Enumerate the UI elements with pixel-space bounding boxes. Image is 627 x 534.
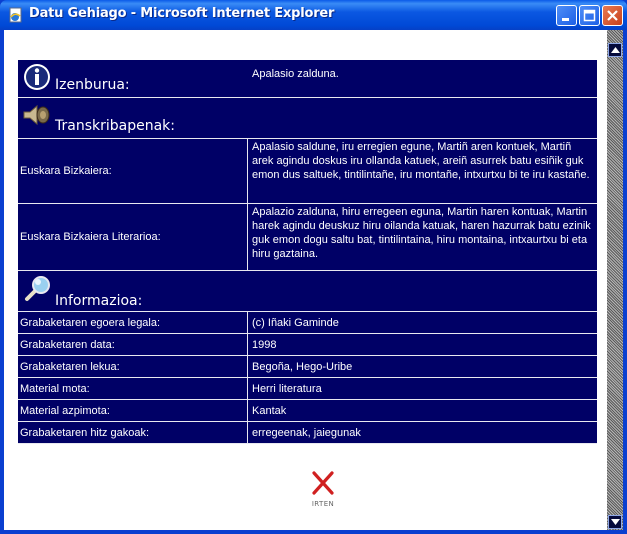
- title-section: Izenburua: Apalasio zalduna.: [18, 60, 597, 98]
- title-value: Apalasio zalduna.: [252, 68, 339, 80]
- table-row: Grabaketaren lekua: Begoña, Hego-Uribe: [18, 356, 597, 378]
- info-value: Kantak: [252, 405, 287, 417]
- close-button[interactable]: [602, 5, 623, 26]
- info-value: Herri literatura: [252, 383, 322, 395]
- magnifier-icon: [25, 276, 50, 301]
- info-key: Grabaketaren data:: [18, 334, 248, 355]
- info-key: Material mota:: [18, 378, 248, 399]
- scroll-down-button[interactable]: [608, 515, 622, 529]
- table-row: Grabaketaren egoera legala: (c) Iñaki Ga…: [18, 312, 597, 334]
- table-row: Material mota: Herri literatura: [18, 378, 597, 400]
- table-row: Grabaketaren hitz gakoak: erregeenak, ja…: [18, 422, 597, 444]
- ie-page-icon: [9, 7, 22, 23]
- speaker-icon: [23, 104, 50, 126]
- info-icon: [24, 64, 50, 90]
- transcripts-section: Transkribapenak:: [18, 98, 597, 139]
- vertical-scrollbar[interactable]: [607, 30, 623, 530]
- exit-button[interactable]: IRTEN: [293, 470, 353, 508]
- table-row: Euskara Bizkaiera: Apalasio saldune, iru…: [18, 139, 597, 204]
- close-x-icon: [312, 471, 334, 495]
- info-value: Begoña, Hego-Uribe: [252, 361, 353, 373]
- info-key: Material azpimota:: [18, 400, 248, 421]
- browser-window: Datu Gehiago - Microsoft Internet Explor…: [0, 0, 627, 534]
- table-row: Euskara Bizkaiera Literarioa: Apalazio z…: [18, 204, 597, 271]
- transcript-value: Apalazio zalduna, hiru erregeen eguna, M…: [252, 206, 591, 260]
- transcript-key: Euskara Bizkaiera:: [18, 139, 248, 203]
- transcript-value: Apalasio saldune, iru erregien egune, Ma…: [252, 141, 590, 181]
- maximize-button[interactable]: [579, 5, 600, 26]
- table-row: Material azpimota: Kantak: [18, 400, 597, 422]
- info-value: 1998: [252, 339, 277, 351]
- minimize-button[interactable]: [556, 5, 577, 26]
- window-border-right: [623, 30, 627, 534]
- window-border-bottom: [0, 530, 627, 534]
- info-value: (c) Iñaki Gaminde: [252, 317, 339, 329]
- info-label: Informazioa:: [55, 293, 143, 309]
- exit-label: IRTEN: [311, 500, 335, 508]
- window-title: Datu Gehiago - Microsoft Internet Explor…: [29, 6, 335, 21]
- info-key: Grabaketaren egoera legala:: [18, 312, 248, 333]
- scroll-up-button[interactable]: [608, 43, 622, 57]
- info-value: erregeenak, jaiegunak: [252, 427, 361, 439]
- info-key: Grabaketaren lekua:: [18, 356, 248, 377]
- title-bar[interactable]: Datu Gehiago - Microsoft Internet Explor…: [0, 0, 627, 30]
- transcript-key: Euskara Bizkaiera Literarioa:: [18, 204, 248, 270]
- details-table: Izenburua: Apalasio zalduna. Transkribap…: [18, 30, 597, 508]
- transcripts-label: Transkribapenak:: [55, 118, 175, 134]
- info-section: Informazioa:: [18, 271, 597, 312]
- title-label: Izenburua:: [55, 77, 130, 93]
- info-key: Grabaketaren hitz gakoak:: [18, 422, 248, 443]
- table-row: Grabaketaren data: 1998: [18, 334, 597, 356]
